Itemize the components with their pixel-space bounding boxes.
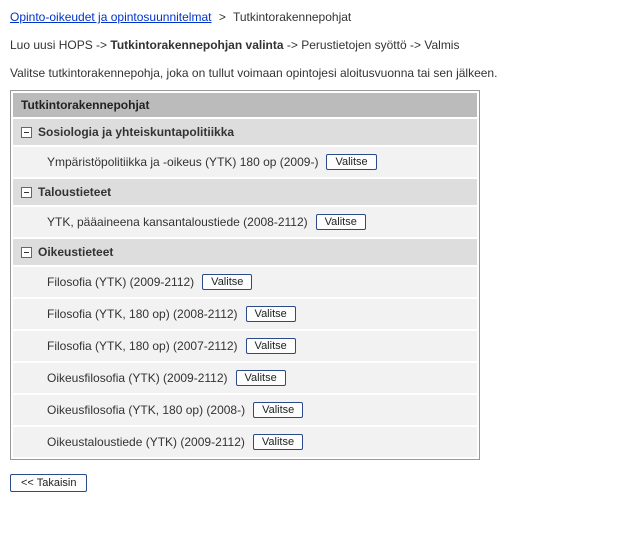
template-label: Filosofia (YTK, 180 op) (2008-2112): [47, 307, 238, 321]
select-button[interactable]: Valitse: [246, 338, 296, 354]
group-header-taloustieteet[interactable]: Taloustieteet: [13, 179, 477, 205]
select-button[interactable]: Valitse: [246, 306, 296, 322]
template-label: Oikeustaloustiede (YTK) (2009-2112): [47, 435, 245, 449]
collapse-icon[interactable]: [21, 187, 32, 198]
select-button[interactable]: Valitse: [253, 434, 303, 450]
template-label: Oikeusfilosofia (YTK) (2009-2112): [47, 371, 228, 385]
group-header-oikeustieteet[interactable]: Oikeustieteet: [13, 239, 477, 265]
select-button[interactable]: Valitse: [326, 154, 376, 170]
collapse-icon[interactable]: [21, 247, 32, 258]
wizard-prefix: Luo uusi HOPS ->: [10, 38, 107, 52]
template-label: Filosofia (YTK) (2009-2112): [47, 275, 194, 289]
panel-header: Tutkintorakennepohjat: [13, 93, 477, 117]
wizard-step-3: Perustietojen syöttö: [301, 38, 406, 52]
select-button[interactable]: Valitse: [316, 214, 366, 230]
select-button[interactable]: Valitse: [236, 370, 286, 386]
template-row: YTK, pääaineena kansantaloustiede (2008-…: [13, 207, 477, 237]
wizard-steps: Luo uusi HOPS -> Tutkintorakennepohjan v…: [10, 38, 616, 52]
template-row: Oikeustaloustiede (YTK) (2009-2112) Vali…: [13, 427, 477, 457]
template-label: Ympäristöpolitiikka ja -oikeus (YTK) 180…: [47, 155, 318, 169]
group-title: Taloustieteet: [38, 185, 111, 199]
wizard-step-4: Valmis: [424, 38, 459, 52]
template-row: Filosofia (YTK, 180 op) (2007-2112) Vali…: [13, 331, 477, 361]
template-label: Oikeusfilosofia (YTK, 180 op) (2008-): [47, 403, 245, 417]
template-row: Oikeusfilosofia (YTK) (2009-2112) Valits…: [13, 363, 477, 393]
template-label: Filosofia (YTK, 180 op) (2007-2112): [47, 339, 238, 353]
breadcrumb-separator: >: [219, 10, 226, 24]
template-row: Oikeusfilosofia (YTK, 180 op) (2008-) Va…: [13, 395, 477, 425]
breadcrumb-link[interactable]: Opinto-oikeudet ja opintosuunnitelmat: [10, 10, 211, 24]
back-button[interactable]: << Takaisin: [10, 474, 87, 492]
group-title: Sosiologia ja yhteiskuntapolitiikka: [38, 125, 234, 139]
wizard-arrow-2: ->: [410, 38, 421, 52]
wizard-arrow-1: ->: [287, 38, 298, 52]
select-button[interactable]: Valitse: [253, 402, 303, 418]
template-label: YTK, pääaineena kansantaloustiede (2008-…: [47, 215, 308, 229]
template-row: Ympäristöpolitiikka ja -oikeus (YTK) 180…: [13, 147, 477, 177]
instruction-text: Valitse tutkintorakennepohja, joka on tu…: [10, 66, 616, 80]
collapse-icon[interactable]: [21, 127, 32, 138]
select-button[interactable]: Valitse: [202, 274, 252, 290]
templates-panel: Tutkintorakennepohjat Sosiologia ja yhte…: [10, 90, 480, 460]
group-header-sosiologia[interactable]: Sosiologia ja yhteiskuntapolitiikka: [13, 119, 477, 145]
breadcrumb: Opinto-oikeudet ja opintosuunnitelmat > …: [10, 10, 616, 24]
wizard-step-current: Tutkintorakennepohjan valinta: [110, 38, 283, 52]
group-title: Oikeustieteet: [38, 245, 113, 259]
template-row: Filosofia (YTK, 180 op) (2008-2112) Vali…: [13, 299, 477, 329]
template-row: Filosofia (YTK) (2009-2112) Valitse: [13, 267, 477, 297]
breadcrumb-current: Tutkintorakennepohjat: [233, 10, 351, 24]
